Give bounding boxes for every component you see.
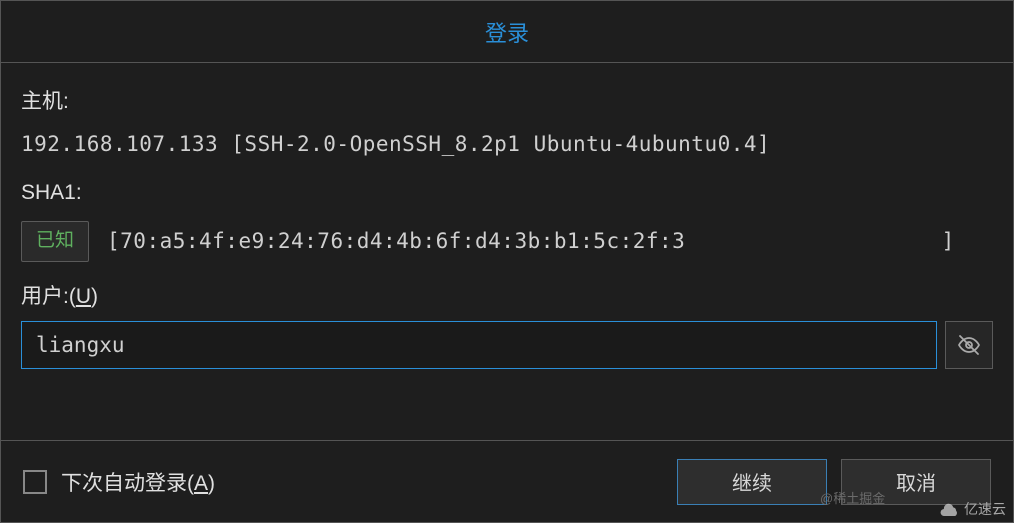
auto-login-suffix: ) <box>208 472 215 495</box>
auto-login-checkbox[interactable] <box>23 470 47 494</box>
user-label-prefix: 用户:( <box>21 285 76 308</box>
cancel-button[interactable]: 取消 <box>841 459 991 505</box>
dialog-content: 主机: 192.168.107.133 [SSH-2.0-OpenSSH_8.2… <box>1 63 1013 440</box>
known-badge: 已知 <box>21 221 89 262</box>
eye-off-icon <box>957 333 981 357</box>
host-info: 192.168.107.133 [SSH-2.0-OpenSSH_8.2p1 U… <box>21 130 993 159</box>
auto-login-prefix: 下次自动登录( <box>61 472 194 495</box>
continue-button[interactable]: 继续 <box>677 459 827 505</box>
user-label: 用户:(U) <box>21 282 993 311</box>
user-label-suffix: ) <box>91 285 98 308</box>
visibility-toggle[interactable] <box>945 321 993 369</box>
user-label-key: U <box>76 285 91 308</box>
sha1-fingerprint: [70:a5:4f:e9:24:76:d4:4b:6f:d4:3b:b1:5c:… <box>107 227 993 256</box>
dialog-title: 登录 <box>485 16 529 48</box>
user-input[interactable] <box>21 321 937 369</box>
auto-login-checkbox-wrap[interactable]: 下次自动登录(A) <box>23 467 215 497</box>
dialog-footer: 下次自动登录(A) 继续 取消 <box>1 440 1013 522</box>
sha1-fingerprint-start: [70:a5:4f:e9:24:76:d4:4b:6f:d4:3b:b1:5c:… <box>107 229 685 253</box>
auto-login-key: A <box>194 472 208 495</box>
user-input-row <box>21 321 993 369</box>
sha1-label: SHA1: <box>21 178 993 207</box>
sha1-fingerprint-end: ] <box>942 229 955 253</box>
login-dialog: 登录 主机: 192.168.107.133 [SSH-2.0-OpenSSH_… <box>0 0 1014 523</box>
host-label: 主机: <box>21 87 993 116</box>
sha1-row: 已知 [70:a5:4f:e9:24:76:d4:4b:6f:d4:3b:b1:… <box>21 221 993 262</box>
auto-login-label: 下次自动登录(A) <box>61 467 215 497</box>
title-bar: 登录 <box>1 1 1013 63</box>
